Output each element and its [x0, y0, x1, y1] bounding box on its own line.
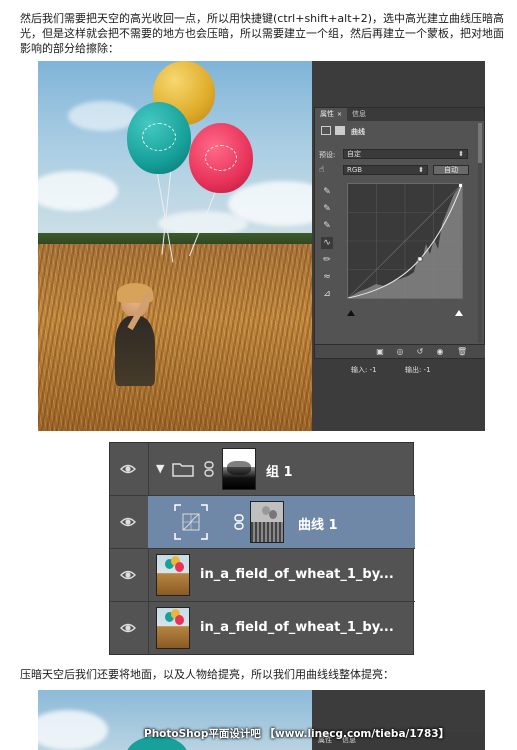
visibility-icon[interactable]: ◉: [435, 347, 445, 356]
chevron-down-icon: ⬍: [418, 166, 424, 174]
curve-graph[interactable]: [347, 183, 463, 299]
photoshop-screenshot-2: 属性 信息 PhotoShop平面设计吧 【www.linecg.com/tie…: [38, 690, 485, 750]
panel-title: 曲线: [351, 128, 365, 136]
canvas-photo: [38, 61, 312, 431]
curves-mask-thumbnail[interactable]: [250, 501, 284, 543]
output-value: 输出: -1: [405, 366, 431, 374]
properties-panel-tabs: 属性 信息: [315, 108, 484, 121]
image-thumbnail[interactable]: [156, 554, 190, 596]
layer-name: 曲线 1: [298, 518, 338, 533]
layer-row-curves[interactable]: 曲线 1: [148, 496, 415, 549]
wheat-field: [38, 244, 312, 431]
clip-to-layer-icon[interactable]: ▣: [375, 347, 385, 356]
layer-name: in_a_field_of_wheat_1_by...: [200, 567, 394, 582]
eye-icon[interactable]: [120, 621, 136, 635]
preset-label: 预设:: [319, 151, 336, 159]
photoshop-screenshot-1: 属性 信息 曲线 预设: 自定 ⬍ ☝ RGB ⬍ 自动 ✎ ✎ ✎ ∿ ✏ ≈…: [38, 61, 485, 431]
instruction-paragraph: 压暗天空后我们还要将地面，以及人物给提亮，所以我们用曲线线整体提亮：: [20, 668, 394, 681]
tab-properties[interactable]: 属性: [315, 108, 348, 121]
auto-button[interactable]: 自动: [433, 165, 469, 175]
expand-triangle-icon[interactable]: ▼: [156, 462, 164, 475]
chevron-down-icon: ⬍: [458, 150, 464, 158]
eye-icon[interactable]: [120, 568, 136, 582]
instruction-paragraph: 然后我们需要把天空的高光收回一点，所以用快捷键(ctrl+shift+alt+2…: [20, 12, 505, 55]
layers-panel: ▼ 组 1 曲线 1 in_a_field_of_wheat_1_by... i…: [109, 442, 415, 655]
canvas-photo: [38, 690, 312, 750]
folder-icon: [172, 463, 194, 477]
clipping-icon[interactable]: ⊿: [321, 288, 333, 300]
reset-icon[interactable]: ↺: [415, 347, 425, 356]
panel-scrollbar[interactable]: [478, 123, 482, 343]
layer-row-curves-eye-cell: [110, 496, 148, 549]
site-watermark: PhotoShop平面设计吧 【www.linecg.com/tieba/178…: [144, 728, 450, 740]
smooth-icon[interactable]: ≈: [321, 271, 333, 283]
view-previous-icon[interactable]: ◎: [395, 347, 405, 356]
pencil-icon[interactable]: ✏: [321, 254, 333, 266]
curve-point-icon[interactable]: ∿: [321, 237, 333, 249]
curves-adjustment-icon: [321, 126, 331, 135]
input-value: 输入: -1: [351, 366, 377, 374]
layer-name: in_a_field_of_wheat_1_by...: [200, 620, 394, 635]
chain-link-icon[interactable]: [204, 461, 214, 477]
curves-adjustment-icon: [174, 504, 208, 540]
eyedropper-black-icon[interactable]: ✎: [321, 186, 333, 198]
trash-icon[interactable]: 🗑: [457, 347, 467, 356]
properties-panel: 属性 信息 曲线 预设: 自定 ⬍ ☝ RGB ⬍ 自动 ✎ ✎ ✎ ∿ ✏ ≈…: [314, 107, 485, 374]
layer-row-group[interactable]: ▼ 组 1: [110, 443, 415, 496]
panel-footer: ▣ ◎ ↺ ◉ 🗑: [315, 344, 485, 358]
input-slider[interactable]: [347, 301, 463, 316]
channel-select[interactable]: RGB ⬍: [343, 165, 428, 175]
preset-select[interactable]: 自定 ⬍: [343, 149, 468, 159]
layer-mask-icon[interactable]: [335, 126, 345, 135]
curves-tools: ✎ ✎ ✎ ∿ ✏ ≈ ⊿: [321, 186, 335, 305]
child-figure: [113, 283, 168, 396]
hand-target-icon[interactable]: ☝: [319, 165, 324, 175]
layer-row-image[interactable]: in_a_field_of_wheat_1_by...: [110, 549, 415, 602]
layer-row-image[interactable]: in_a_field_of_wheat_1_by...: [110, 602, 415, 655]
image-thumbnail[interactable]: [156, 607, 190, 649]
eyedropper-white-icon[interactable]: ✎: [321, 220, 333, 232]
eye-icon[interactable]: [120, 462, 136, 476]
eyedropper-gray-icon[interactable]: ✎: [321, 203, 333, 215]
chain-link-icon[interactable]: [234, 514, 244, 530]
group-mask-thumbnail[interactable]: [222, 448, 256, 490]
eye-icon[interactable]: [120, 515, 136, 529]
layer-name: 组 1: [266, 465, 293, 480]
tab-info[interactable]: 信息: [347, 108, 371, 121]
